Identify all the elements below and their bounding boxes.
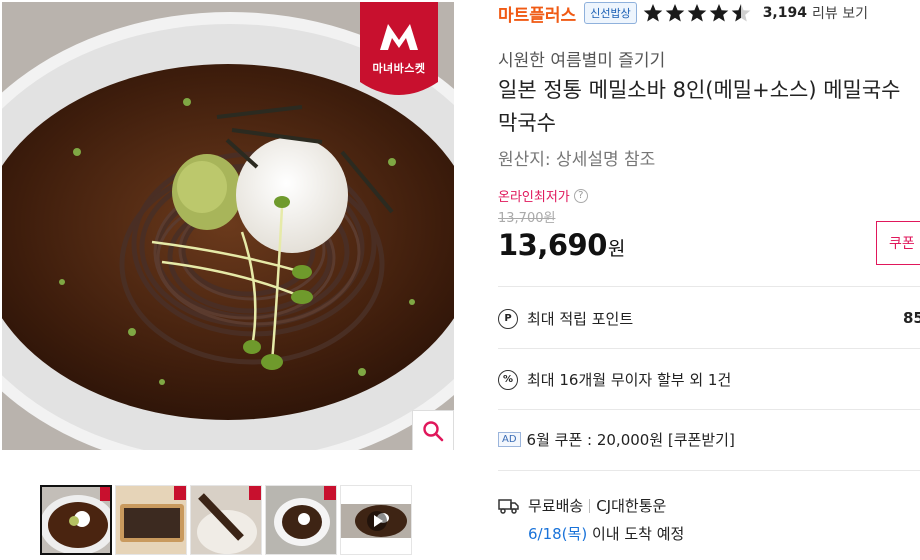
coupon-row[interactable]: AD 6월 쿠폰 : 20,000원 [쿠폰받기]	[498, 429, 735, 450]
current-price-unit: 원	[607, 238, 626, 260]
lowest-price-label-row: 온라인최저가 ?	[498, 186, 588, 205]
thumbnail-5-video[interactable]	[340, 485, 412, 555]
seller-tag-badge: 신선밥상	[584, 2, 637, 24]
coupon-label[interactable]: 6월 쿠폰 : 20,000원 [쿠폰받기]	[527, 429, 735, 450]
shipping-row: 무료배송 CJ대한통운	[498, 495, 666, 516]
delivery-date: 6/18(목)	[528, 525, 588, 543]
zoom-button[interactable]	[412, 410, 454, 450]
separator	[589, 498, 591, 513]
brand-badge-text: 마녀바스켓	[372, 62, 426, 75]
lowest-price-label: 온라인최저가	[498, 190, 570, 205]
ad-badge: AD	[498, 432, 521, 447]
shipping-label: 무료배송	[528, 497, 584, 515]
current-price-value: 13,690	[498, 228, 607, 262]
product-title: 일본 정통 메밀소바 8인(메밀+소스) 메밀국수 막국수	[498, 78, 901, 135]
seller-row: 마트플러스 신선밥상 3,194 리뷰 보기	[498, 1, 868, 26]
review-link[interactable]: 리뷰 보기	[812, 3, 868, 23]
divider	[498, 286, 920, 287]
product-subtitle: 시원한 여름별미 즐기기	[498, 51, 666, 71]
shipping-carrier: CJ대한통운	[596, 497, 667, 515]
thumbnail-3[interactable]	[190, 485, 262, 555]
thumbnail-strip	[40, 485, 412, 555]
thumbnail-1[interactable]	[40, 485, 112, 555]
installment-row[interactable]: % 최대 16개월 무이자 할부 외 1건	[498, 369, 731, 390]
coupon-button[interactable]: 쿠폰	[876, 221, 920, 265]
product-origin: 원산지: 상세설명 참조	[498, 150, 656, 170]
rating-stars	[643, 3, 755, 23]
original-price: 13,700원	[498, 211, 556, 226]
delivery-date-suffix: 이내 도착 예정	[587, 525, 685, 543]
help-icon[interactable]: ?	[573, 188, 588, 203]
product-info-panel: 마트플러스 신선밥상 3,194 리뷰 보기 시원한 여름별미 즐기기 일본 정…	[498, 0, 920, 560]
star-half-icon	[731, 4, 750, 22]
current-price: 13,690 원	[498, 228, 625, 262]
divider	[498, 470, 920, 471]
points-value: 85	[903, 309, 920, 327]
review-count: 3,194	[762, 5, 807, 21]
seller-name-link[interactable]: 마트플러스	[498, 1, 576, 26]
points-icon: P	[498, 308, 518, 329]
truck-icon	[498, 498, 519, 514]
divider	[498, 409, 920, 410]
star-icon	[687, 4, 706, 22]
star-icon	[709, 4, 728, 22]
thumbnail-4[interactable]	[265, 485, 337, 555]
star-icon	[643, 4, 662, 22]
points-label: 최대 적립 포인트	[527, 310, 634, 328]
divider	[498, 348, 920, 349]
percent-icon: %	[498, 369, 518, 390]
search-icon	[423, 421, 444, 442]
delivery-estimate: 6/18(목) 이내 도착 예정	[528, 523, 684, 544]
star-icon	[665, 4, 684, 22]
points-row: P 최대 적립 포인트	[498, 308, 633, 329]
installment-label: 최대 16개월 무이자 할부 외 1건	[527, 371, 732, 389]
brand-logo-badge: 마녀바스켓	[360, 2, 438, 100]
thumbnail-2[interactable]	[115, 485, 187, 555]
